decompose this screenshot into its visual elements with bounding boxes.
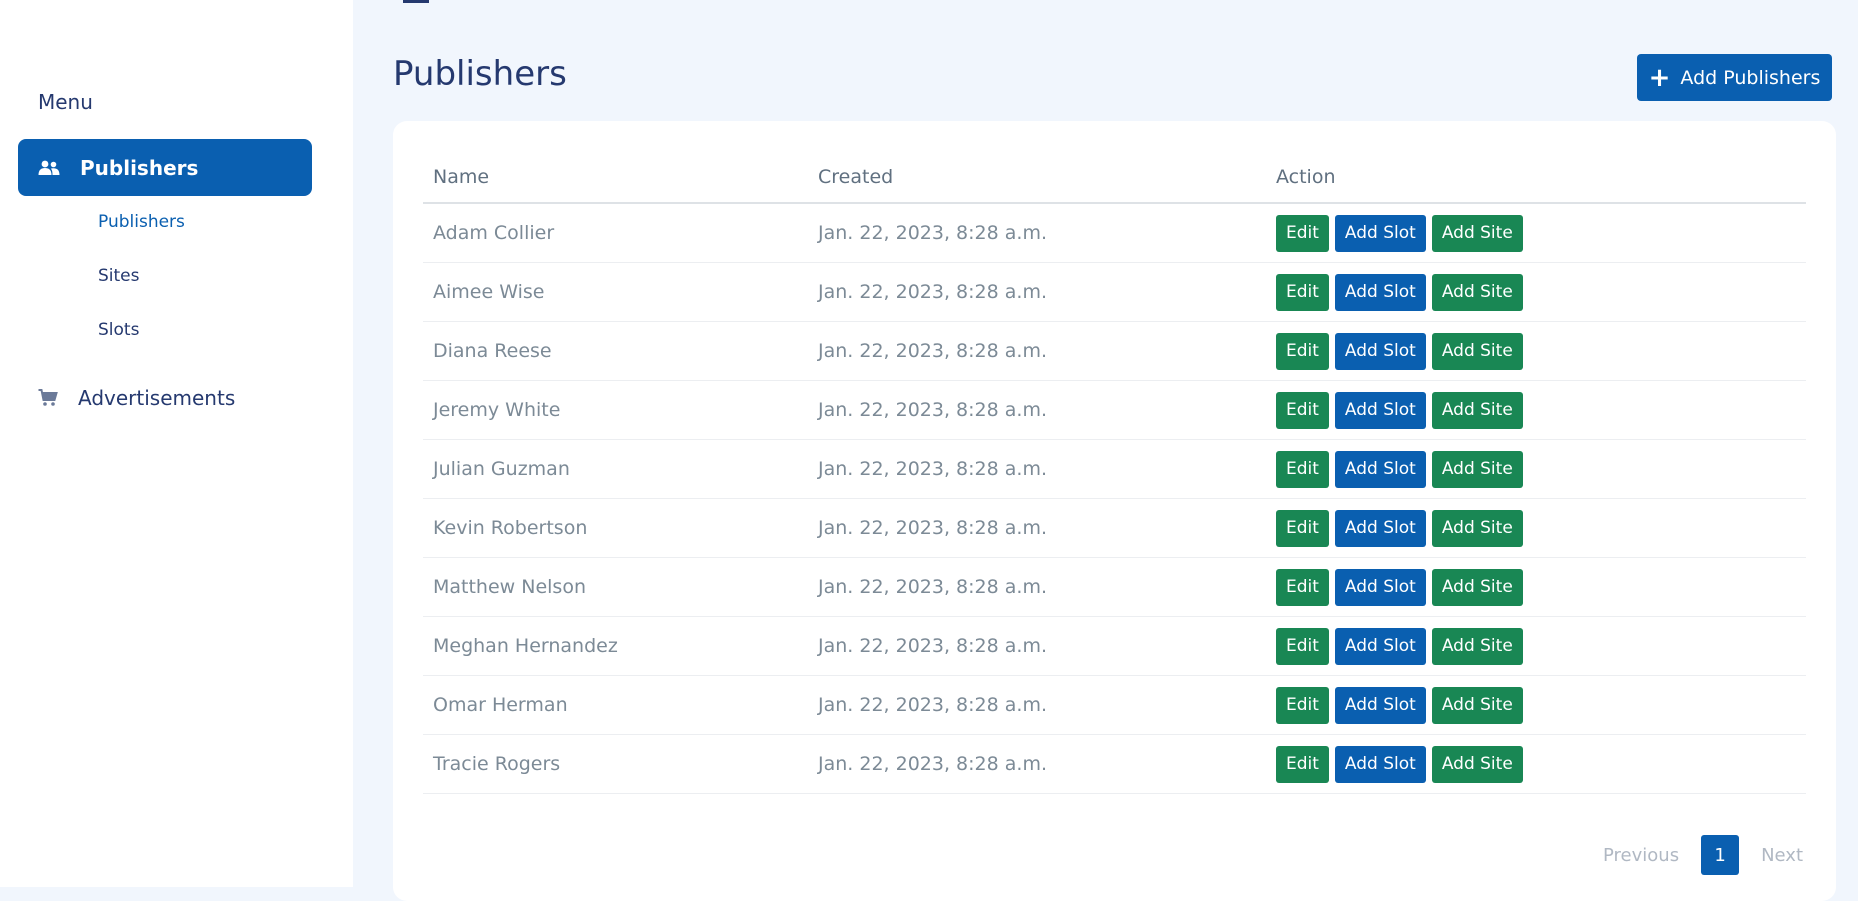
sidebar-item-publishers[interactable]: Publishers bbox=[18, 139, 312, 196]
add-site-button[interactable]: Add Site bbox=[1431, 745, 1523, 783]
table-row: Aimee Wise Jan. 22, 2023, 8:28 a.m. Edit Ad… bbox=[423, 262, 1806, 322]
plus-icon: + bbox=[1648, 62, 1671, 93]
publisher-name: Tracie Rogers bbox=[423, 734, 808, 794]
add-site-button[interactable]: Add Site bbox=[1431, 450, 1523, 488]
sidebar: Menu Publishers Publishers Sites Slots A… bbox=[0, 0, 353, 887]
cart-icon bbox=[38, 389, 58, 407]
table-row: Kevin Robertson Jan. 22, 2023, 8:28 a.m. E… bbox=[423, 498, 1806, 558]
sidebar-item-advertisements[interactable]: Advertisements bbox=[38, 383, 235, 413]
add-slot-button[interactable]: Add Slot bbox=[1334, 686, 1426, 724]
edit-button[interactable]: Edit bbox=[1276, 450, 1329, 488]
table-row: Julian Guzman Jan. 22, 2023, 8:28 a.m. Edi… bbox=[423, 439, 1806, 499]
row-actions: Edit Add Slot Add Site bbox=[1266, 380, 1806, 440]
row-actions: Edit Add Slot Add Site bbox=[1266, 498, 1806, 558]
add-slot-button[interactable]: Add Slot bbox=[1334, 214, 1426, 252]
add-site-button[interactable]: Add Site bbox=[1431, 273, 1523, 311]
publisher-name: Omar Herman bbox=[423, 675, 808, 735]
users-icon bbox=[38, 160, 60, 176]
submenu-item-sites[interactable]: Sites bbox=[98, 266, 140, 286]
edit-button[interactable]: Edit bbox=[1276, 391, 1329, 429]
add-site-button[interactable]: Add Site bbox=[1431, 686, 1523, 724]
publisher-created: Jan. 22, 2023, 8:28 a.m. bbox=[808, 262, 1266, 322]
publisher-name: Adam Collier bbox=[423, 203, 808, 263]
table-row: Diana Reese Jan. 22, 2023, 8:28 a.m. Edit A… bbox=[423, 321, 1806, 381]
add-slot-button[interactable]: Add Slot bbox=[1334, 391, 1426, 429]
publisher-created: Jan. 22, 2023, 8:28 a.m. bbox=[808, 498, 1266, 558]
menu-title: Menu bbox=[38, 90, 93, 114]
publisher-name: Diana Reese bbox=[423, 321, 808, 381]
edit-button[interactable]: Edit bbox=[1276, 332, 1329, 370]
publisher-created: Jan. 22, 2023, 8:28 a.m. bbox=[808, 203, 1266, 263]
publisher-name: Julian Guzman bbox=[423, 439, 808, 499]
add-slot-button[interactable]: Add Slot bbox=[1334, 273, 1426, 311]
add-slot-button[interactable]: Add Slot bbox=[1334, 450, 1426, 488]
publisher-created: Jan. 22, 2023, 8:28 a.m. bbox=[808, 321, 1266, 381]
publisher-name: Jeremy White bbox=[423, 380, 808, 440]
publisher-name: Meghan Hernandez bbox=[423, 616, 808, 676]
row-actions: Edit Add Slot Add Site bbox=[1266, 616, 1806, 676]
pagination-page-1[interactable]: 1 bbox=[1701, 835, 1740, 875]
submenu-item-slots[interactable]: Slots bbox=[98, 320, 139, 340]
edit-button[interactable]: Edit bbox=[1276, 509, 1329, 547]
table-row: Jeremy White Jan. 22, 2023, 8:28 a.m. Edit… bbox=[423, 380, 1806, 440]
column-header-name: Name bbox=[423, 151, 808, 204]
page-title: Publishers bbox=[393, 54, 567, 94]
table-row: Adam Collier Jan. 22, 2023, 8:28 a.m. Edit… bbox=[423, 203, 1806, 263]
sidebar-item-label: Publishers bbox=[80, 155, 199, 180]
pagination: Previous 1 Next bbox=[1603, 835, 1803, 875]
submenu-item-publishers[interactable]: Publishers bbox=[98, 212, 185, 232]
add-site-button[interactable]: Add Site bbox=[1431, 332, 1523, 370]
add-publishers-button[interactable]: + Add Publishers bbox=[1637, 54, 1832, 101]
publisher-name: Kevin Robertson bbox=[423, 498, 808, 558]
publisher-created: Jan. 22, 2023, 8:28 a.m. bbox=[808, 380, 1266, 440]
edit-button[interactable]: Edit bbox=[1276, 745, 1329, 783]
edit-button[interactable]: Edit bbox=[1276, 273, 1329, 311]
column-header-action: Action bbox=[1266, 151, 1806, 204]
column-header-created: Created bbox=[808, 151, 1266, 204]
publisher-name: Matthew Nelson bbox=[423, 557, 808, 617]
row-actions: Edit Add Slot Add Site bbox=[1266, 321, 1806, 381]
add-slot-button[interactable]: Add Slot bbox=[1334, 509, 1426, 547]
table-row: Omar Herman Jan. 22, 2023, 8:28 a.m. Edit A… bbox=[423, 675, 1806, 735]
row-actions: Edit Add Slot Add Site bbox=[1266, 557, 1806, 617]
table-row: Matthew Nelson Jan. 22, 2023, 8:28 a.m. Ed… bbox=[423, 557, 1806, 617]
publishers-card: Name Created Action Adam Collier Jan. 22,… bbox=[393, 121, 1836, 901]
edit-button[interactable]: Edit bbox=[1276, 214, 1329, 252]
publisher-name: Aimee Wise bbox=[423, 262, 808, 322]
publishers-table: Name Created Action Adam Collier Jan. 22,… bbox=[423, 151, 1806, 794]
row-actions: Edit Add Slot Add Site bbox=[1266, 675, 1806, 735]
row-actions: Edit Add Slot Add Site bbox=[1266, 262, 1806, 322]
add-site-button[interactable]: Add Site bbox=[1431, 214, 1523, 252]
add-slot-button[interactable]: Add Slot bbox=[1334, 332, 1426, 370]
table-row: Meghan Hernandez Jan. 22, 2023, 8:28 a.m.… bbox=[423, 616, 1806, 676]
add-site-button[interactable]: Add Site bbox=[1431, 391, 1523, 429]
publisher-created: Jan. 22, 2023, 8:28 a.m. bbox=[808, 439, 1266, 499]
edit-button[interactable]: Edit bbox=[1276, 568, 1329, 606]
row-actions: Edit Add Slot Add Site bbox=[1266, 203, 1806, 263]
publisher-created: Jan. 22, 2023, 8:28 a.m. bbox=[808, 734, 1266, 794]
table-body: Adam Collier Jan. 22, 2023, 8:28 a.m. Edit… bbox=[423, 203, 1806, 794]
publisher-created: Jan. 22, 2023, 8:28 a.m. bbox=[808, 675, 1266, 735]
table-row: Tracie Rogers Jan. 22, 2023, 8:28 a.m. Edi… bbox=[423, 734, 1806, 794]
row-actions: Edit Add Slot Add Site bbox=[1266, 734, 1806, 794]
edit-button[interactable]: Edit bbox=[1276, 686, 1329, 724]
add-slot-button[interactable]: Add Slot bbox=[1334, 568, 1426, 606]
pagination-previous[interactable]: Previous bbox=[1603, 845, 1679, 866]
publisher-created: Jan. 22, 2023, 8:28 a.m. bbox=[808, 616, 1266, 676]
add-site-button[interactable]: Add Site bbox=[1431, 627, 1523, 665]
edit-button[interactable]: Edit bbox=[1276, 627, 1329, 665]
sidebar-item-label: Advertisements bbox=[78, 386, 236, 410]
publisher-created: Jan. 22, 2023, 8:28 a.m. bbox=[808, 557, 1266, 617]
table-header-row: Name Created Action bbox=[423, 151, 1806, 204]
add-site-button[interactable]: Add Site bbox=[1431, 509, 1523, 547]
top-partial-icon bbox=[403, 0, 429, 3]
pagination-next[interactable]: Next bbox=[1761, 845, 1803, 866]
add-publishers-label: Add Publishers bbox=[1680, 66, 1821, 89]
add-site-button[interactable]: Add Site bbox=[1431, 568, 1523, 606]
add-slot-button[interactable]: Add Slot bbox=[1334, 627, 1426, 665]
add-slot-button[interactable]: Add Slot bbox=[1334, 745, 1426, 783]
row-actions: Edit Add Slot Add Site bbox=[1266, 439, 1806, 499]
